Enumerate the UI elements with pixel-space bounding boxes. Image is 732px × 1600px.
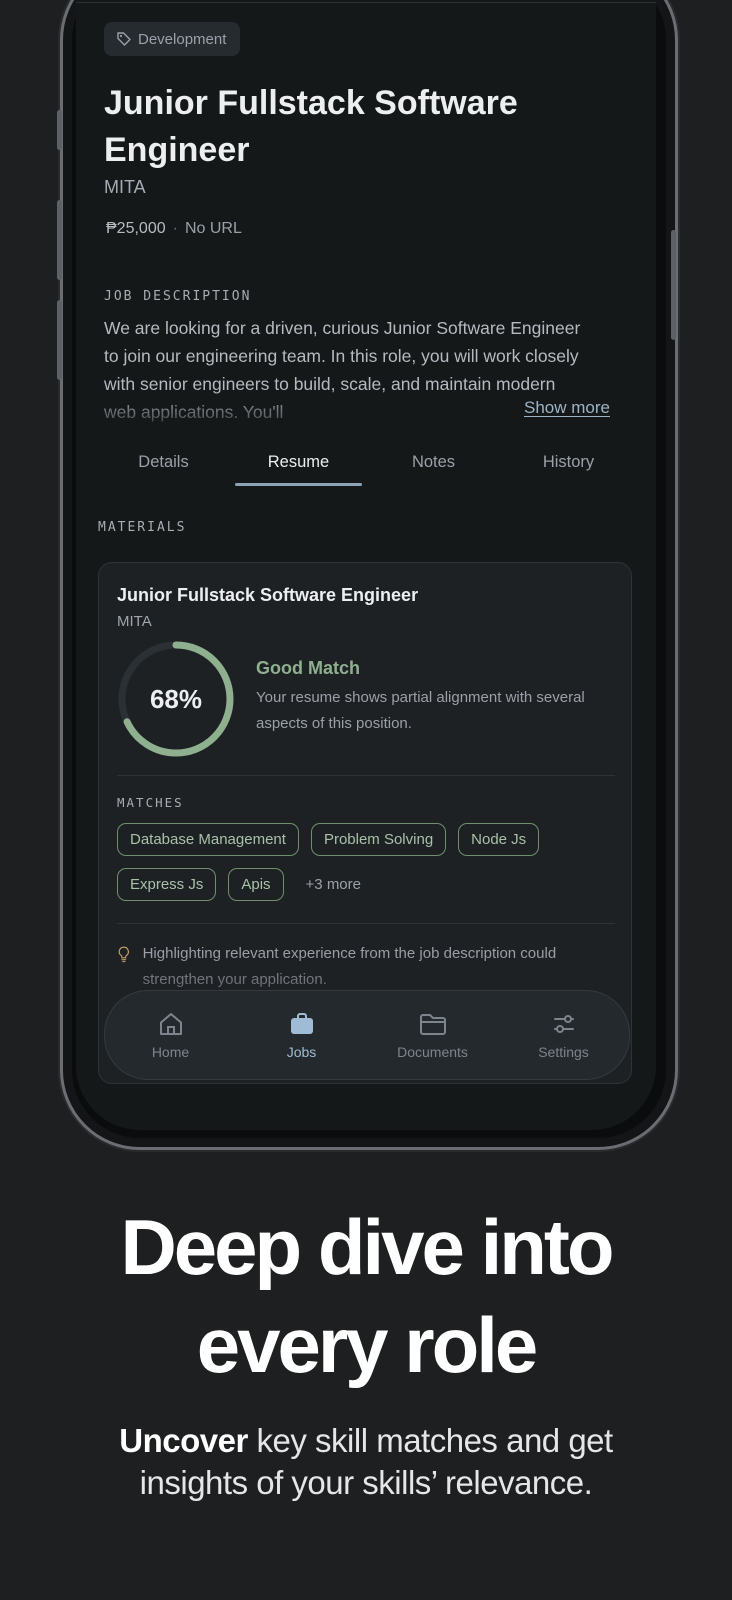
job-description-label: JOB DESCRIPTION bbox=[104, 289, 252, 304]
phone-volume-up-button bbox=[57, 200, 62, 280]
tab-notes[interactable]: Notes bbox=[366, 442, 501, 486]
category-tag-label: Development bbox=[138, 30, 227, 48]
skill-chips: Database Management Problem Solving Node… bbox=[117, 823, 617, 901]
home-icon bbox=[159, 1013, 182, 1035]
phone-side-button bbox=[57, 110, 62, 150]
subtitle-emphasis: Uncover bbox=[119, 1422, 248, 1459]
detail-tabs: Details Resume Notes History bbox=[96, 442, 636, 486]
card-divider bbox=[117, 775, 615, 776]
matches-label: MATCHES bbox=[117, 795, 184, 810]
nav-jobs-label: Jobs bbox=[286, 1044, 317, 1060]
briefcase-icon bbox=[290, 1013, 313, 1034]
folder-icon bbox=[419, 1014, 446, 1035]
salary: ₱25,000 bbox=[106, 220, 166, 237]
tag-icon bbox=[117, 32, 131, 46]
meta-separator: · bbox=[172, 220, 178, 237]
phone-power-button bbox=[671, 230, 676, 340]
nav-settings[interactable]: Settings bbox=[498, 991, 629, 1079]
card-job-title: Junior Fullstack Software Engineer bbox=[117, 585, 419, 605]
skill-chip[interactable]: Apis bbox=[228, 868, 284, 901]
nav-settings-label: Settings bbox=[538, 1044, 589, 1060]
show-more-link[interactable]: Show more bbox=[524, 398, 610, 418]
bottom-nav: Home Jobs Documents Settings bbox=[104, 990, 630, 1080]
skill-chip[interactable]: Node Js bbox=[458, 823, 540, 856]
match-description: Your resume shows partial alignment with… bbox=[256, 689, 585, 732]
nav-home[interactable]: Home bbox=[105, 991, 236, 1079]
app-screen: Development Junior Fullstack Software En… bbox=[76, 0, 656, 1130]
tab-details[interactable]: Details bbox=[96, 442, 231, 486]
skill-chip[interactable]: Database Management bbox=[117, 823, 299, 856]
nav-jobs[interactable]: Jobs bbox=[236, 991, 367, 1079]
nav-home-label: Home bbox=[151, 1044, 190, 1060]
nav-documents-label: Documents bbox=[397, 1044, 468, 1060]
company-name: MITA bbox=[104, 177, 146, 197]
nav-documents[interactable]: Documents bbox=[367, 991, 498, 1079]
phone-volume-down-button bbox=[57, 300, 62, 380]
headline-line-2: every role bbox=[196, 1301, 539, 1389]
sliders-icon bbox=[553, 1015, 574, 1033]
tab-resume[interactable]: Resume bbox=[231, 442, 366, 486]
job-meta: ₱25,000 · No URL bbox=[106, 220, 242, 238]
category-tag[interactable]: Development bbox=[104, 22, 241, 56]
skill-chip[interactable]: Express Js bbox=[117, 868, 217, 901]
header-divider bbox=[76, 2, 656, 3]
marketing-subtitle: Uncover key skill matches and get insigh… bbox=[80, 1420, 652, 1504]
skill-chip[interactable]: Problem Solving bbox=[310, 823, 447, 856]
card-company: MITA bbox=[117, 613, 152, 630]
marketing-headline: Deep dive into every role bbox=[0, 1198, 732, 1394]
job-title: Junior Fullstack Software Engineer bbox=[104, 84, 518, 169]
match-score: 68% bbox=[149, 683, 203, 714]
headline-line-1: Deep dive into bbox=[120, 1203, 614, 1291]
tab-history[interactable]: History bbox=[501, 442, 636, 486]
card-divider bbox=[117, 923, 615, 924]
materials-label: MATERIALS bbox=[98, 520, 187, 535]
more-skills-link[interactable]: +3 more bbox=[306, 876, 361, 893]
match-title: Good Match bbox=[256, 658, 360, 678]
job-url: No URL bbox=[184, 220, 242, 237]
